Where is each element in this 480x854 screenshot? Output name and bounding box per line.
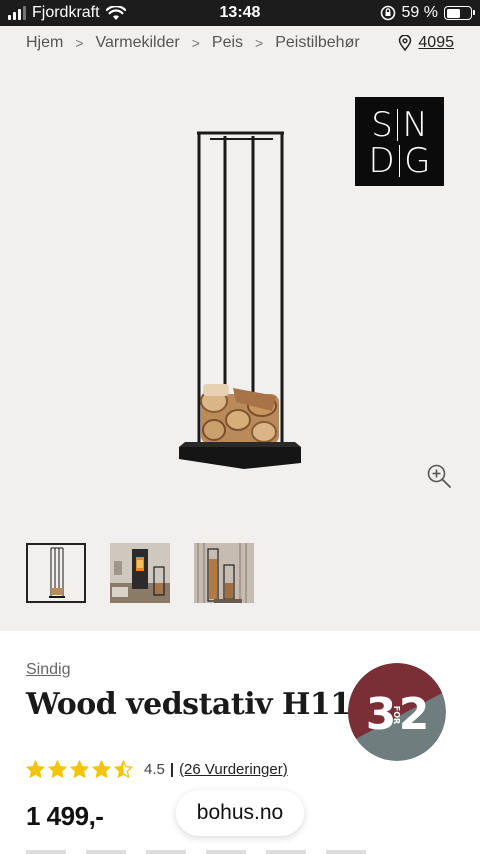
product-price: 1 499,-: [26, 801, 104, 831]
star-icon: [70, 760, 89, 778]
breadcrumb: Hjem > Varmekilder > Peis > Peistilbehør…: [26, 34, 456, 52]
battery-percent: 59 %: [401, 4, 438, 21]
sindig-logo: SN DG: [355, 97, 444, 186]
browser-url-pill[interactable]: bohus.no: [176, 790, 304, 836]
breadcrumb-peistilbehor[interactable]: Peistilbehør: [275, 34, 359, 52]
badge-for-label: FOR: [392, 706, 401, 724]
star-icon: [26, 760, 45, 778]
thumbnail-2[interactable]: [110, 543, 170, 603]
product-info: Sindig Wood vedstativ H115 3 2 FOR 4.5 |…: [0, 631, 480, 854]
brand-link[interactable]: Sindig: [26, 661, 70, 679]
status-bar: Fjordkraft 13:48 59 %: [0, 0, 480, 26]
thumbnail-strip: [26, 543, 254, 603]
chevron-right-icon: >: [75, 35, 84, 51]
chevron-right-icon: >: [191, 35, 200, 51]
star-icon: [114, 760, 133, 778]
thumbnail-1[interactable]: [26, 543, 86, 603]
breadcrumb-peis[interactable]: Peis: [212, 34, 243, 52]
product-image[interactable]: SN DG: [0, 66, 480, 526]
three-for-two-badge: 3 2 FOR: [348, 663, 446, 761]
postal-code: 4095: [418, 34, 454, 51]
battery-icon: [444, 6, 475, 20]
description-preview: [26, 850, 366, 854]
product-title: Wood vedstativ H115: [26, 687, 371, 722]
badge-right-number: 2: [399, 689, 430, 740]
product-rating: 4.5 | (26 Vurderinger): [26, 760, 288, 778]
badge-left-number: 3: [366, 689, 397, 740]
thumbnail-3[interactable]: [194, 543, 254, 603]
status-right: 59 %: [380, 4, 475, 22]
reviews-link[interactable]: (26 Vurderinger): [179, 761, 288, 778]
rating-divider: |: [169, 760, 175, 778]
breadcrumb-home[interactable]: Hjem: [26, 34, 63, 52]
star-icon: [92, 760, 111, 778]
chevron-right-icon: >: [255, 35, 264, 51]
rating-value: 4.5: [144, 760, 165, 778]
location-pin-icon: [399, 35, 412, 51]
orientation-lock-icon: [380, 5, 395, 21]
store-location[interactable]: 4095: [398, 34, 454, 52]
breadcrumb-varmekilder[interactable]: Varmekilder: [96, 34, 180, 52]
rating-stars: [26, 760, 133, 778]
zoom-in-icon[interactable]: [426, 463, 452, 489]
star-icon: [48, 760, 67, 778]
